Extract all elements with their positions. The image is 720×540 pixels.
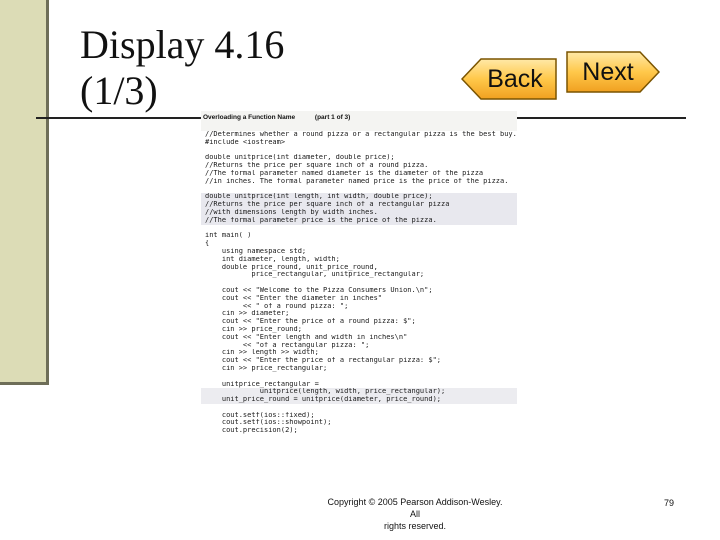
code-line: cin >> price_rectangular;	[205, 364, 328, 372]
code-line: //with dimensions length by width inches…	[201, 208, 517, 217]
code-line: price_rectangular, unitprice_rectangular…	[205, 271, 425, 279]
code-line: //The formal parameter named diameter is…	[205, 169, 484, 177]
code-line: double price_round, unit_price_round,	[205, 263, 378, 271]
code-line: cin >> price_round;	[205, 325, 302, 333]
code-line: {	[205, 240, 210, 248]
code-header-part: (part 1 of 3)	[314, 114, 351, 121]
code-line: //Determines whether a round pizza or a …	[205, 131, 517, 138]
page-number: 79	[664, 498, 675, 508]
code-line: int main( )	[205, 232, 252, 240]
code-line: //Returns the price per square inch of a…	[201, 201, 517, 209]
code-line: unit_price_round = unitprice(diameter, p…	[201, 396, 517, 404]
code-line: cout << "Enter the price of a rectangula…	[205, 357, 442, 365]
code-header-title: Overloading a Function Name	[203, 114, 296, 121]
copyright-notice: Copyright © 2005 Pearson Addison-Wesley.…	[325, 496, 505, 532]
code-line: cout << "Enter the diameter in inches"	[205, 294, 383, 302]
code-line: cout.setf(ios::fixed);	[205, 411, 315, 419]
code-line: << "of a rectangular pizza: ";	[205, 341, 370, 349]
back-button[interactable]: Back	[461, 58, 557, 100]
code-line: cin >> length >> width;	[205, 349, 319, 357]
code-line: unitprice(length, width, price_rectangul…	[201, 388, 517, 397]
back-button-label: Back	[487, 64, 543, 93]
code-line: cout << "Enter the price of a round pizz…	[205, 318, 416, 326]
code-line: unitprice_rectangular =	[205, 380, 319, 388]
code-line: int diameter, length, width;	[205, 255, 340, 263]
slide-title-line-2: (1/3)	[80, 68, 158, 113]
code-listing: //Determines whether a round pizza or a …	[201, 131, 517, 512]
code-line: cout << "Welcome to the Pizza Consumers …	[205, 286, 433, 294]
code-line: cin >> diameter;	[205, 310, 290, 318]
left-accent-bar-base	[0, 382, 49, 385]
code-line: double unitprice(int diameter, double pr…	[205, 154, 395, 162]
next-button[interactable]: Next	[566, 51, 660, 93]
code-line: << " of a round pizza: ";	[205, 302, 349, 310]
left-accent-bar	[0, 0, 49, 382]
copyright-line-1: Copyright © 2005 Pearson Addison-Wesley.…	[327, 497, 503, 519]
code-line: using namespace std;	[205, 247, 307, 255]
slide-title: Display 4.16 (1/3)	[80, 22, 284, 114]
code-line: //The formal parameter price is the pric…	[201, 216, 517, 225]
code-line: //in inches. The formal parameter named …	[205, 177, 509, 185]
code-display: Overloading a Function Name (part 1 of 3…	[201, 111, 517, 512]
code-line: cout.precision(2);	[205, 427, 298, 435]
code-line: cout << "Enter length and width in inche…	[205, 333, 408, 341]
code-line: #include <iostream>	[205, 138, 286, 146]
next-button-label: Next	[582, 57, 634, 86]
copyright-line-2: rights reserved.	[383, 521, 447, 531]
code-header: Overloading a Function Name (part 1 of 3…	[201, 111, 517, 125]
code-line: //Returns the price per square inch of a…	[205, 162, 429, 170]
code-line: double unitprice(int length, int width, …	[201, 193, 517, 202]
slide-title-line-1: Display 4.16	[80, 22, 285, 67]
code-line: cout.setf(ios::showpoint);	[205, 419, 332, 427]
